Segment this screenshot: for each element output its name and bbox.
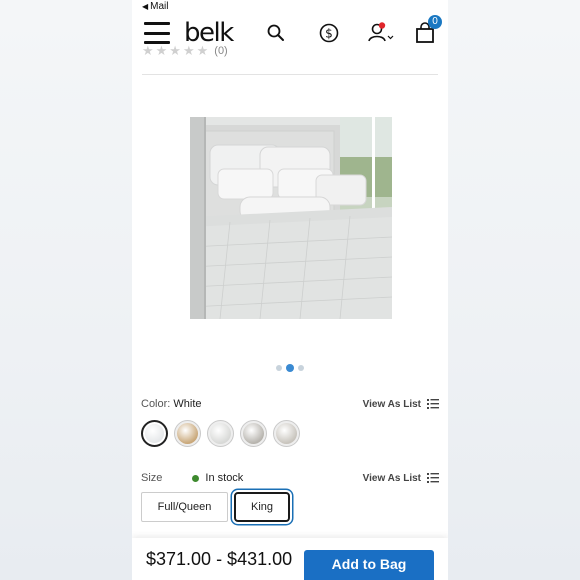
rating-stars: ★★★★★ [142,43,211,58]
carousel-dot[interactable] [276,365,282,371]
svg-text:$: $ [325,27,333,41]
dollar-icon[interactable]: $ [318,22,340,44]
color-view-as-list[interactable]: View As List [363,399,439,410]
list-icon [427,473,439,483]
size-row-header: Size In stock View As List [141,472,439,484]
color-swatch[interactable] [174,420,201,447]
size-view-as-list[interactable]: View As List [363,473,439,484]
color-swatch[interactable] [273,420,300,447]
color-swatch-fill [177,423,198,444]
size-view-as-list-label: View As List [362,472,421,484]
carousel-dots [276,364,304,372]
size-option-king[interactable]: King [234,492,290,522]
purchase-bar: $371.00 - $431.00 Add to Bag [132,538,448,580]
color-swatch-fill [243,423,264,444]
account-icon[interactable] [366,22,394,44]
color-label: Color: [141,398,171,410]
stock-indicator-icon [192,474,200,482]
color-row: Color: White View As List [141,398,439,410]
carousel-dot[interactable] [298,365,304,371]
color-value: White [173,398,202,410]
color-swatches [141,420,300,447]
size-options: Full/Queen King [141,492,290,522]
size-label: Size [141,472,163,484]
phone-screen: ◀ Mail belk $ 0 ★★★★★ (0) Color: White V… [132,0,448,580]
product-image[interactable] [190,117,392,319]
color-view-as-list-label: View As List [362,398,421,410]
divider [142,74,438,75]
color-swatch-fill [210,423,231,444]
background-left [0,0,132,580]
bag-button[interactable]: 0 [414,15,442,44]
color-swatch-fill [276,423,297,444]
menu-icon[interactable] [144,22,170,44]
color-swatch[interactable] [141,420,168,447]
status-bar: ◀ Mail [132,0,448,12]
size-option-full-queen[interactable]: Full/Queen [141,492,228,522]
search-icon[interactable] [266,22,286,44]
stock-status: In stock [205,472,244,484]
rating[interactable]: ★★★★★ (0) [142,43,228,58]
back-app-label[interactable]: Mail [150,1,168,12]
price-range: $371.00 - $431.00 [146,548,293,569]
color-swatch-fill [145,424,164,443]
bag-count-badge: 0 [428,15,442,29]
carousel-dot-active[interactable] [286,364,294,372]
back-arrow-icon[interactable]: ◀ [142,2,148,11]
add-to-bag-button[interactable]: Add to Bag [304,550,434,580]
color-swatch[interactable] [207,420,234,447]
list-icon [427,399,439,409]
color-swatch[interactable] [240,420,267,447]
background-right [448,0,580,580]
rating-count: (0) [214,45,228,57]
